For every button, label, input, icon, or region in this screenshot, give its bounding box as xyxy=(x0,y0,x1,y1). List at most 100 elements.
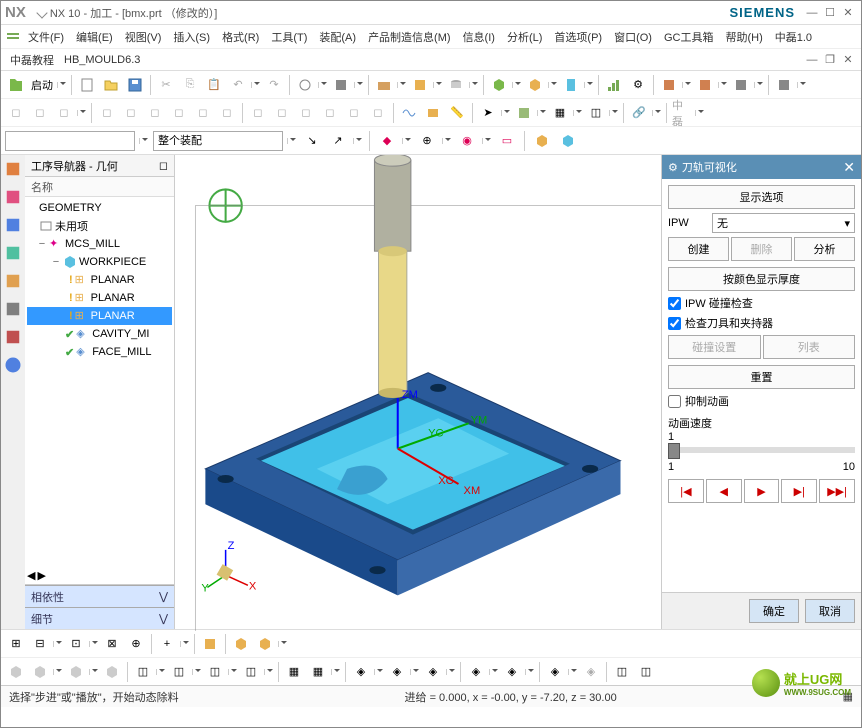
panel-close-icon[interactable]: ✕ xyxy=(843,159,855,176)
tree-mcs[interactable]: −✦MCS_MILL xyxy=(27,235,172,253)
sel-box2[interactable] xyxy=(557,130,579,152)
selection-filter-1[interactable] xyxy=(5,131,135,151)
child-minimize[interactable]: — xyxy=(803,54,821,66)
tb2-face[interactable] xyxy=(422,102,444,124)
tree-unused[interactable]: 未用项 xyxy=(27,217,172,235)
menu-tools[interactable]: 工具(T) xyxy=(266,27,312,47)
display-options-button[interactable]: 显示选项 xyxy=(668,185,855,209)
bt-7[interactable] xyxy=(199,633,221,655)
box-icon[interactable] xyxy=(488,74,510,96)
menu-gc[interactable]: GC工具箱 xyxy=(659,27,719,47)
bb1[interactable] xyxy=(5,661,27,683)
nav-pin-icon[interactable]: ◻ xyxy=(159,159,168,172)
tree-geometry[interactable]: GEOMETRY xyxy=(27,199,172,217)
cylinder-icon[interactable] xyxy=(445,74,467,96)
child-restore[interactable]: ❐ xyxy=(821,53,839,66)
bb9[interactable]: ▦ xyxy=(283,661,305,683)
ribbon-icon[interactable] xyxy=(5,29,21,45)
thickness-button[interactable]: 按颜色显示厚度 xyxy=(668,267,855,291)
bb10[interactable]: ▦ xyxy=(307,661,329,683)
box2-icon[interactable] xyxy=(524,74,546,96)
child-close[interactable]: ✕ xyxy=(839,53,857,66)
bb14[interactable]: ◈ xyxy=(465,661,487,683)
nav-scroll-left[interactable]: ◀ xyxy=(27,569,35,582)
rb-hist-icon[interactable] xyxy=(3,271,23,291)
rb-asm-icon[interactable] xyxy=(3,215,23,235)
maximize-button[interactable]: ☐ xyxy=(821,6,839,19)
analyze-button[interactable]: 分析 xyxy=(794,237,855,261)
analysis-icon[interactable] xyxy=(603,74,625,96)
tb2-mea[interactable]: 📏 xyxy=(446,102,468,124)
bt-6[interactable]: + xyxy=(156,633,178,655)
sel-tool1[interactable]: ↘ xyxy=(301,130,323,152)
bb8[interactable]: ◫ xyxy=(240,661,262,683)
sel-snap2[interactable]: ⊕ xyxy=(416,130,438,152)
sel-rect[interactable]: ▭ xyxy=(496,130,518,152)
menu-tutorial[interactable]: 中磊教程 xyxy=(5,50,59,70)
playback-next-icon[interactable]: ▶| xyxy=(781,479,817,503)
tool1-icon[interactable] xyxy=(294,74,316,96)
playback-play-icon[interactable]: ▶ xyxy=(744,479,780,503)
menu-assembly[interactable]: 装配(A) xyxy=(314,27,361,47)
save-icon[interactable] xyxy=(124,74,146,96)
last4-icon[interactable] xyxy=(773,74,795,96)
bb7[interactable]: ◫ xyxy=(204,661,226,683)
close-button[interactable]: ✕ xyxy=(839,6,857,19)
ipw-collision-checkbox[interactable] xyxy=(668,297,681,310)
bb6[interactable]: ◫ xyxy=(168,661,190,683)
bt-1[interactable]: ⊞ xyxy=(5,633,27,655)
tool-holder-checkbox[interactable] xyxy=(668,317,681,330)
cancel-button[interactable]: 取消 xyxy=(805,599,855,623)
playback-prev-icon[interactable]: ◀ xyxy=(706,479,742,503)
tb2-arrow[interactable]: ➤ xyxy=(477,102,499,124)
suppress-anim-checkbox[interactable] xyxy=(668,395,681,408)
tb2-view[interactable]: ◫ xyxy=(585,102,607,124)
bt-9[interactable] xyxy=(254,633,276,655)
sel-box1[interactable] xyxy=(531,130,553,152)
tb2-sec[interactable] xyxy=(513,102,535,124)
anim-speed-slider[interactable] xyxy=(668,447,855,453)
tree-cavity[interactable]: ✔◈CAVITY_MI xyxy=(27,325,172,343)
bb16[interactable]: ◈ xyxy=(544,661,566,683)
tree-workpiece[interactable]: −WORKPIECE xyxy=(27,253,172,271)
tree-planar-3-selected[interactable]: !⊞PLANAR xyxy=(27,307,172,325)
3d-viewport[interactable]: ZM YM YC XC XM Z X Y xyxy=(175,155,661,629)
nav-tab-dependencies[interactable]: 相依性⋁ xyxy=(25,585,174,607)
bb2[interactable] xyxy=(29,661,51,683)
start-button[interactable] xyxy=(5,74,27,96)
app-menu-dropdown[interactable] xyxy=(36,7,47,18)
menu-file[interactable]: 文件(F) xyxy=(23,27,69,47)
pref-icon[interactable]: ⚙ xyxy=(627,74,649,96)
menu-info[interactable]: 信息(I) xyxy=(458,27,500,47)
playback-last-icon[interactable]: ▶▶| xyxy=(819,479,855,503)
last2-icon[interactable] xyxy=(694,74,716,96)
bb15[interactable]: ◈ xyxy=(501,661,523,683)
menu-insert[interactable]: 插入(S) xyxy=(168,27,215,47)
geom-icon[interactable] xyxy=(373,74,395,96)
tb2-wave[interactable] xyxy=(398,102,420,124)
menu-help[interactable]: 帮助(H) xyxy=(720,27,767,47)
bt-4[interactable]: ⊠ xyxy=(101,633,123,655)
sheet-icon[interactable] xyxy=(409,74,431,96)
menu-prefs[interactable]: 首选项(P) xyxy=(549,27,607,47)
bb3[interactable] xyxy=(65,661,87,683)
nav-column-header[interactable]: 名称 xyxy=(25,177,174,197)
create-button[interactable]: 创建 xyxy=(668,237,729,261)
selection-filter-2[interactable]: 整个装配 xyxy=(153,131,283,151)
tree-planar-1[interactable]: !⊞PLANAR xyxy=(27,271,172,289)
bb11[interactable]: ◈ xyxy=(350,661,372,683)
menu-hbmould[interactable]: HB_MOULD6.3 xyxy=(59,52,145,68)
nav-tab-details[interactable]: 细节⋁ xyxy=(25,607,174,629)
sel-tool2[interactable]: ↗ xyxy=(327,130,349,152)
last1-icon[interactable] xyxy=(658,74,680,96)
bt-8[interactable] xyxy=(230,633,252,655)
last3-icon[interactable] xyxy=(730,74,752,96)
menu-format[interactable]: 格式(R) xyxy=(217,27,264,47)
bt-3[interactable]: ⊡ xyxy=(65,633,87,655)
rb-role-icon[interactable] xyxy=(3,299,23,319)
menu-zhonglei[interactable]: 中磊1.0 xyxy=(770,27,817,47)
ok-button[interactable]: 确定 xyxy=(749,599,799,623)
sel-snap1[interactable]: ◆ xyxy=(376,130,398,152)
open-icon[interactable] xyxy=(100,74,122,96)
ipw-select[interactable]: 无▾ xyxy=(712,213,855,233)
